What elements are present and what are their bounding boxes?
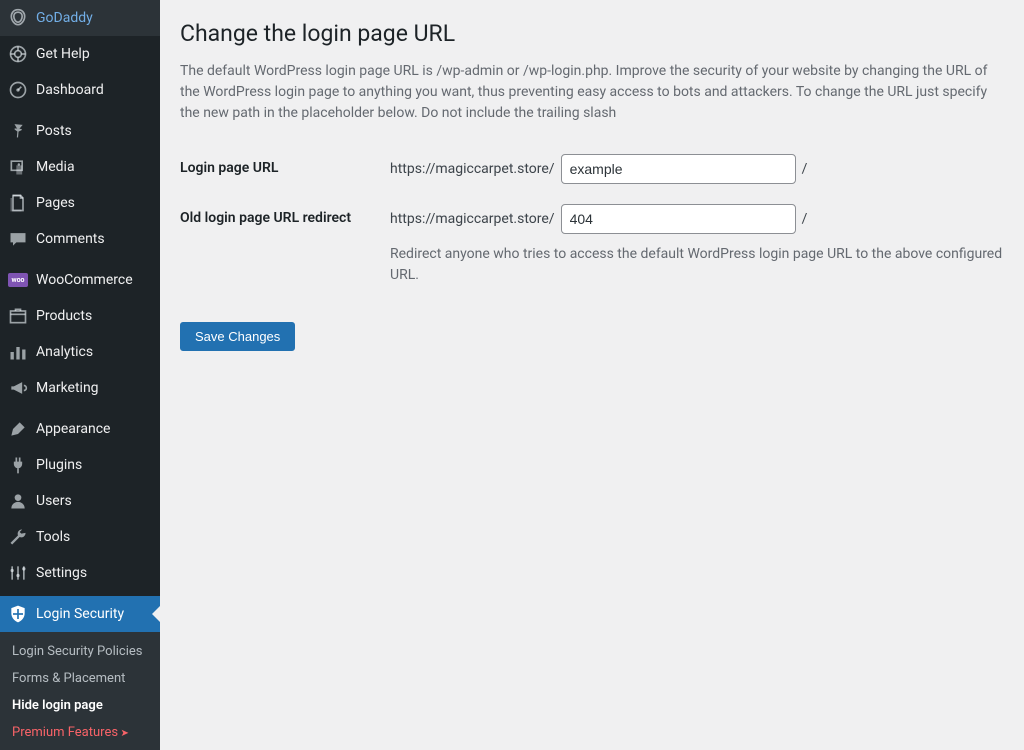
submenu-item-policies[interactable]: Login Security Policies [0, 638, 160, 665]
sidebar-item-settings[interactable]: Settings [0, 555, 160, 591]
sidebar-item-tools[interactable]: Tools [0, 519, 160, 555]
redirect-label: Old login page URL redirect [180, 204, 390, 226]
products-icon [8, 306, 28, 326]
pin-icon [8, 121, 28, 141]
sidebar-item-woocommerce[interactable]: woo WooCommerce [0, 262, 160, 298]
login-url-suffix: / [802, 161, 808, 177]
sidebar-item-pages[interactable]: Pages [0, 185, 160, 221]
login-url-row: Login page URL https://magiccarpet.store… [180, 154, 1004, 184]
sidebar-item-label: Analytics [36, 344, 150, 360]
sidebar-item-label: Login Security [36, 606, 150, 622]
login-security-submenu: Login Security PoliciesForms & Placement… [0, 632, 160, 750]
sidebar-item-plugins[interactable]: Plugins [0, 447, 160, 483]
redirect-suffix: / [802, 211, 808, 227]
redirect-prefix: https://magiccarpet.store/ [390, 211, 555, 227]
plugins-icon [8, 455, 28, 475]
media-icon [8, 157, 28, 177]
sidebar-item-login-security[interactable]: Login Security [0, 596, 160, 632]
redirect-row: Old login page URL redirect https://magi… [180, 204, 1004, 286]
tools-icon [8, 527, 28, 547]
sidebar-item-media[interactable]: Media [0, 149, 160, 185]
shield-icon [8, 604, 28, 624]
analytics-icon [8, 342, 28, 362]
sidebar-item-label: Media [36, 159, 150, 175]
sidebar-item-godaddy[interactable]: GoDaddy [0, 0, 160, 36]
sidebar-item-products[interactable]: Products [0, 298, 160, 334]
sidebar-item-label: Comments [36, 231, 150, 247]
submenu-item-sub-settings[interactable]: Settings [0, 746, 160, 750]
sidebar-item-label: Marketing [36, 380, 150, 396]
sidebar-item-label: Users [36, 493, 150, 509]
login-url-label: Login page URL [180, 154, 390, 176]
pages-icon [8, 193, 28, 213]
redirect-input[interactable] [561, 204, 796, 234]
sidebar-item-analytics[interactable]: Analytics [0, 334, 160, 370]
help-icon [8, 44, 28, 64]
sidebar-item-label: Dashboard [36, 82, 150, 98]
admin-sidebar: GoDaddy Get Help Dashboard Posts Media Pages… [0, 0, 160, 750]
sidebar-item-label: Tools [36, 529, 150, 545]
sidebar-item-comments[interactable]: Comments [0, 221, 160, 257]
main-content: Change the login page URL The default Wo… [160, 0, 1024, 750]
page-title: Change the login page URL [180, 20, 1004, 47]
sidebar-item-dashboard[interactable]: Dashboard [0, 72, 160, 108]
login-url-prefix: https://magiccarpet.store/ [390, 161, 555, 177]
sidebar-item-posts[interactable]: Posts [0, 113, 160, 149]
sidebar-item-label: Posts [36, 123, 150, 139]
marketing-icon [8, 378, 28, 398]
login-url-input[interactable] [561, 154, 796, 184]
save-changes-button[interactable]: Save Changes [180, 322, 295, 351]
sidebar-item-label: Plugins [36, 457, 150, 473]
sidebar-item-label: Pages [36, 195, 150, 211]
godaddy-icon [8, 8, 28, 28]
dashboard-icon [8, 80, 28, 100]
settings-icon [8, 563, 28, 583]
users-icon [8, 491, 28, 511]
sidebar-item-users[interactable]: Users [0, 483, 160, 519]
redirect-help-text: Redirect anyone who tries to access the … [390, 244, 1004, 286]
sidebar-item-appearance[interactable]: Appearance [0, 411, 160, 447]
sidebar-item-label: Products [36, 308, 150, 324]
woo-icon: woo [8, 270, 28, 290]
sidebar-item-label: WooCommerce [36, 272, 150, 288]
page-description: The default WordPress login page URL is … [180, 61, 1004, 124]
submenu-item-forms[interactable]: Forms & Placement [0, 665, 160, 692]
appearance-icon [8, 419, 28, 439]
sidebar-item-marketing[interactable]: Marketing [0, 370, 160, 406]
sidebar-item-label: GoDaddy [36, 10, 150, 26]
sidebar-item-label: Settings [36, 565, 150, 581]
sidebar-item-label: Appearance [36, 421, 150, 437]
submenu-item-hide[interactable]: Hide login page [0, 692, 160, 719]
sidebar-item-label: Get Help [36, 46, 150, 62]
comments-icon [8, 229, 28, 249]
submenu-item-premium[interactable]: Premium Features [0, 719, 160, 746]
sidebar-item-gethelp[interactable]: Get Help [0, 36, 160, 72]
